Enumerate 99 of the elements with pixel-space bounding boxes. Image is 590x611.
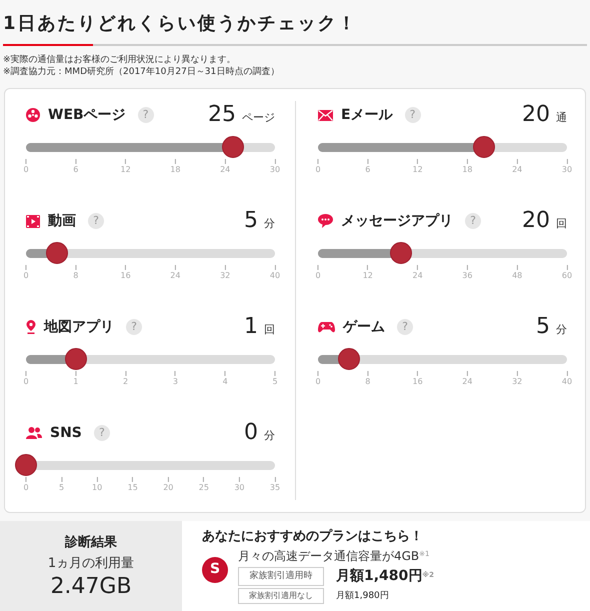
plan-badge: S: [202, 556, 228, 582]
page-title: 1日あたりどれくらい使うかチェック！: [3, 12, 359, 36]
gamepad-icon: [318, 322, 335, 332]
tick-label: 30: [562, 166, 572, 174]
footnote: ※実際の通信量はお客様のご利用状況により異なります。: [3, 54, 237, 66]
tick-label: 24: [220, 166, 230, 174]
globe-icon: [26, 108, 40, 122]
tick-label: 0: [315, 378, 321, 386]
tick-label: 12: [120, 166, 131, 174]
film-icon: [26, 214, 40, 228]
slider-thumb[interactable]: [473, 136, 496, 158]
result-title: 診断結果: [65, 534, 117, 552]
slider-label: Eメール: [341, 106, 393, 124]
slider-label: 動画: [48, 212, 76, 230]
tick-label: 0: [23, 378, 29, 386]
slider-value: 25: [208, 104, 236, 126]
help-button[interactable]: ?: [138, 107, 154, 123]
tick-label: 18: [170, 166, 180, 174]
help-button[interactable]: ?: [88, 213, 104, 229]
help-button[interactable]: ?: [94, 425, 110, 441]
slider-label: SNS: [50, 424, 82, 442]
tick-label: 12: [412, 166, 423, 174]
tick-label: 6: [73, 166, 78, 174]
slider-value: 5: [244, 210, 258, 232]
tick-label: 36: [462, 272, 472, 280]
slider-thumb[interactable]: [390, 242, 412, 264]
unit-label: ページ: [242, 110, 275, 126]
tick-label: 35: [270, 484, 280, 492]
map-pin-icon: [26, 320, 36, 334]
tick-label: 0: [23, 484, 29, 492]
tick-label: 6: [365, 166, 370, 174]
discount-tag: 家族割引適用時: [238, 566, 324, 586]
tick-label: 8: [365, 378, 370, 386]
tick-label: 20: [163, 484, 174, 492]
unit-label: 回: [556, 216, 567, 232]
envelope-icon: [318, 110, 333, 120]
slider-thumb[interactable]: [222, 136, 244, 158]
tick-label: 0: [23, 166, 29, 174]
people-icon: [26, 427, 42, 439]
slider-label: 地図アプリ: [44, 318, 114, 336]
unit-label: 分: [264, 216, 275, 232]
slider-thumb[interactable]: [64, 348, 87, 370]
slider-label: メッセージアプリ: [341, 212, 453, 230]
slider-value: 5: [536, 316, 550, 338]
help-button[interactable]: ?: [465, 213, 481, 229]
tick-label: 24: [412, 272, 423, 280]
tick-label: 32: [220, 272, 230, 280]
tick-label: 60: [562, 272, 572, 280]
unit-label: 回: [264, 322, 275, 338]
tick-label: 1: [73, 378, 78, 386]
unit-label: 分: [556, 322, 567, 338]
discount-tag: 家族割引適用なし: [238, 588, 324, 604]
tick-label: 10: [92, 484, 102, 492]
slider-label: WEBページ: [48, 106, 126, 124]
tick-label: 24: [170, 272, 180, 280]
help-button[interactable]: ?: [397, 319, 413, 335]
footnote: ※調査協力元：MMD研究所（2017年10月27日～31日時点の調査）: [3, 66, 280, 78]
help-button[interactable]: ?: [404, 107, 421, 123]
tick-label: 25: [198, 484, 209, 492]
tick-label: 2: [123, 378, 128, 386]
tick-label: 0: [315, 166, 321, 174]
slider-thumb[interactable]: [15, 454, 37, 476]
tick-label: 16: [120, 272, 131, 280]
monthly-price: 月額1,980円: [336, 590, 389, 602]
unit-label: 分: [264, 428, 275, 444]
tick-label: 30: [270, 166, 280, 174]
slider-value: 20: [522, 210, 550, 232]
plan-heading: あなたにおすすめのプランはこちら！: [202, 528, 424, 546]
monthly-price: 月額1,480円$^{※2}$: [336, 567, 434, 586]
usage-value: 2.47GB: [50, 574, 132, 600]
slider-value: 20: [522, 104, 550, 126]
plan-capacity: 月々の高速データ通信容量が4GB$^{※1}$: [238, 548, 430, 564]
tick-label: 24: [462, 378, 472, 386]
tick-label: 5: [59, 484, 64, 492]
slider-thumb[interactable]: [338, 348, 360, 370]
slider-value: 0: [244, 422, 258, 444]
tick-label: 16: [412, 378, 423, 386]
tick-label: 3: [172, 378, 178, 386]
tick-label: 40: [270, 272, 280, 280]
tick-label: 18: [462, 166, 472, 174]
tick-label: 12: [362, 272, 373, 280]
help-button[interactable]: ?: [126, 319, 142, 335]
tick-label: 30: [234, 484, 245, 492]
slider-thumb[interactable]: [46, 242, 68, 264]
tick-label: 4: [222, 378, 228, 386]
chat-bubble-icon: [318, 214, 333, 228]
tick-label: 8: [73, 272, 78, 280]
tick-label: 40: [562, 378, 572, 386]
slider-value: 1: [244, 316, 258, 338]
usage-label: 1ヵ月の利用量: [48, 555, 134, 573]
tick-label: 24: [512, 166, 522, 174]
tick-label: 5: [272, 378, 278, 386]
tick-label: 0: [315, 272, 321, 280]
tick-label: 32: [512, 378, 522, 386]
tick-label: 0: [23, 272, 29, 280]
slider-label: ゲーム: [343, 318, 385, 336]
tick-label: 15: [128, 484, 138, 492]
tick-label: 48: [512, 272, 522, 280]
unit-label: 通: [556, 110, 567, 126]
